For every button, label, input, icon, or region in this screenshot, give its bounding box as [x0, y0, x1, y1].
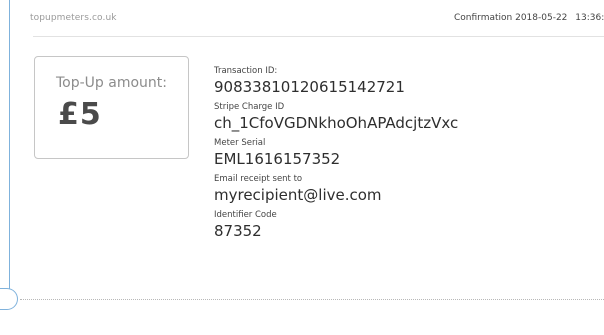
confirmation-header: Confirmation 2018-05-22 13:36:38: [454, 13, 604, 23]
confirmation-label: Confirmation: [454, 13, 513, 23]
transaction-details: Transaction ID: 90833810120615142721 Str…: [214, 66, 458, 246]
receipt-page: topupmeters.co.uk Confirmation 2018-05-2…: [0, 0, 604, 335]
topup-amount-label: Top-Up amount:: [56, 75, 167, 91]
header-divider: [33, 36, 604, 37]
transaction-id-value: 90833810120615142721: [214, 78, 405, 96]
confirmation-date: 2018-05-22: [515, 13, 568, 23]
field-email-receipt: Email receipt sent to myrecipient@live.c…: [214, 174, 458, 204]
field-label: Email receipt sent to: [214, 174, 303, 184]
confirmation-time: 13:36:38: [575, 13, 604, 23]
field-stripe-charge-id: Stripe Charge ID ch_1CfoVGDNkhoOhAPAdcjt…: [214, 102, 458, 132]
field-label: Identifier Code: [214, 210, 277, 220]
perforation-line: [20, 299, 604, 300]
perforation-notch: [0, 288, 18, 310]
field-transaction-id: Transaction ID: 90833810120615142721: [214, 66, 458, 96]
stripe-charge-id-value: ch_1CfoVGDNkhoOhAPAdcjtzVxc: [214, 114, 459, 132]
topup-amount-box: Top-Up amount: £5: [34, 56, 189, 159]
field-identifier-code: Identifier Code 87352: [214, 210, 458, 240]
field-label: Stripe Charge ID: [214, 102, 285, 112]
meter-serial-value: EML1616157352: [214, 150, 341, 168]
email-receipt-value: myrecipient@live.com: [214, 186, 382, 204]
field-label: Meter Serial: [214, 138, 266, 148]
site-name: topupmeters.co.uk: [30, 13, 117, 23]
field-meter-serial: Meter Serial EML1616157352: [214, 138, 458, 168]
topup-amount-value: £5: [58, 97, 102, 132]
field-label: Transaction ID:: [214, 66, 278, 76]
identifier-code-value: 87352: [214, 222, 262, 240]
